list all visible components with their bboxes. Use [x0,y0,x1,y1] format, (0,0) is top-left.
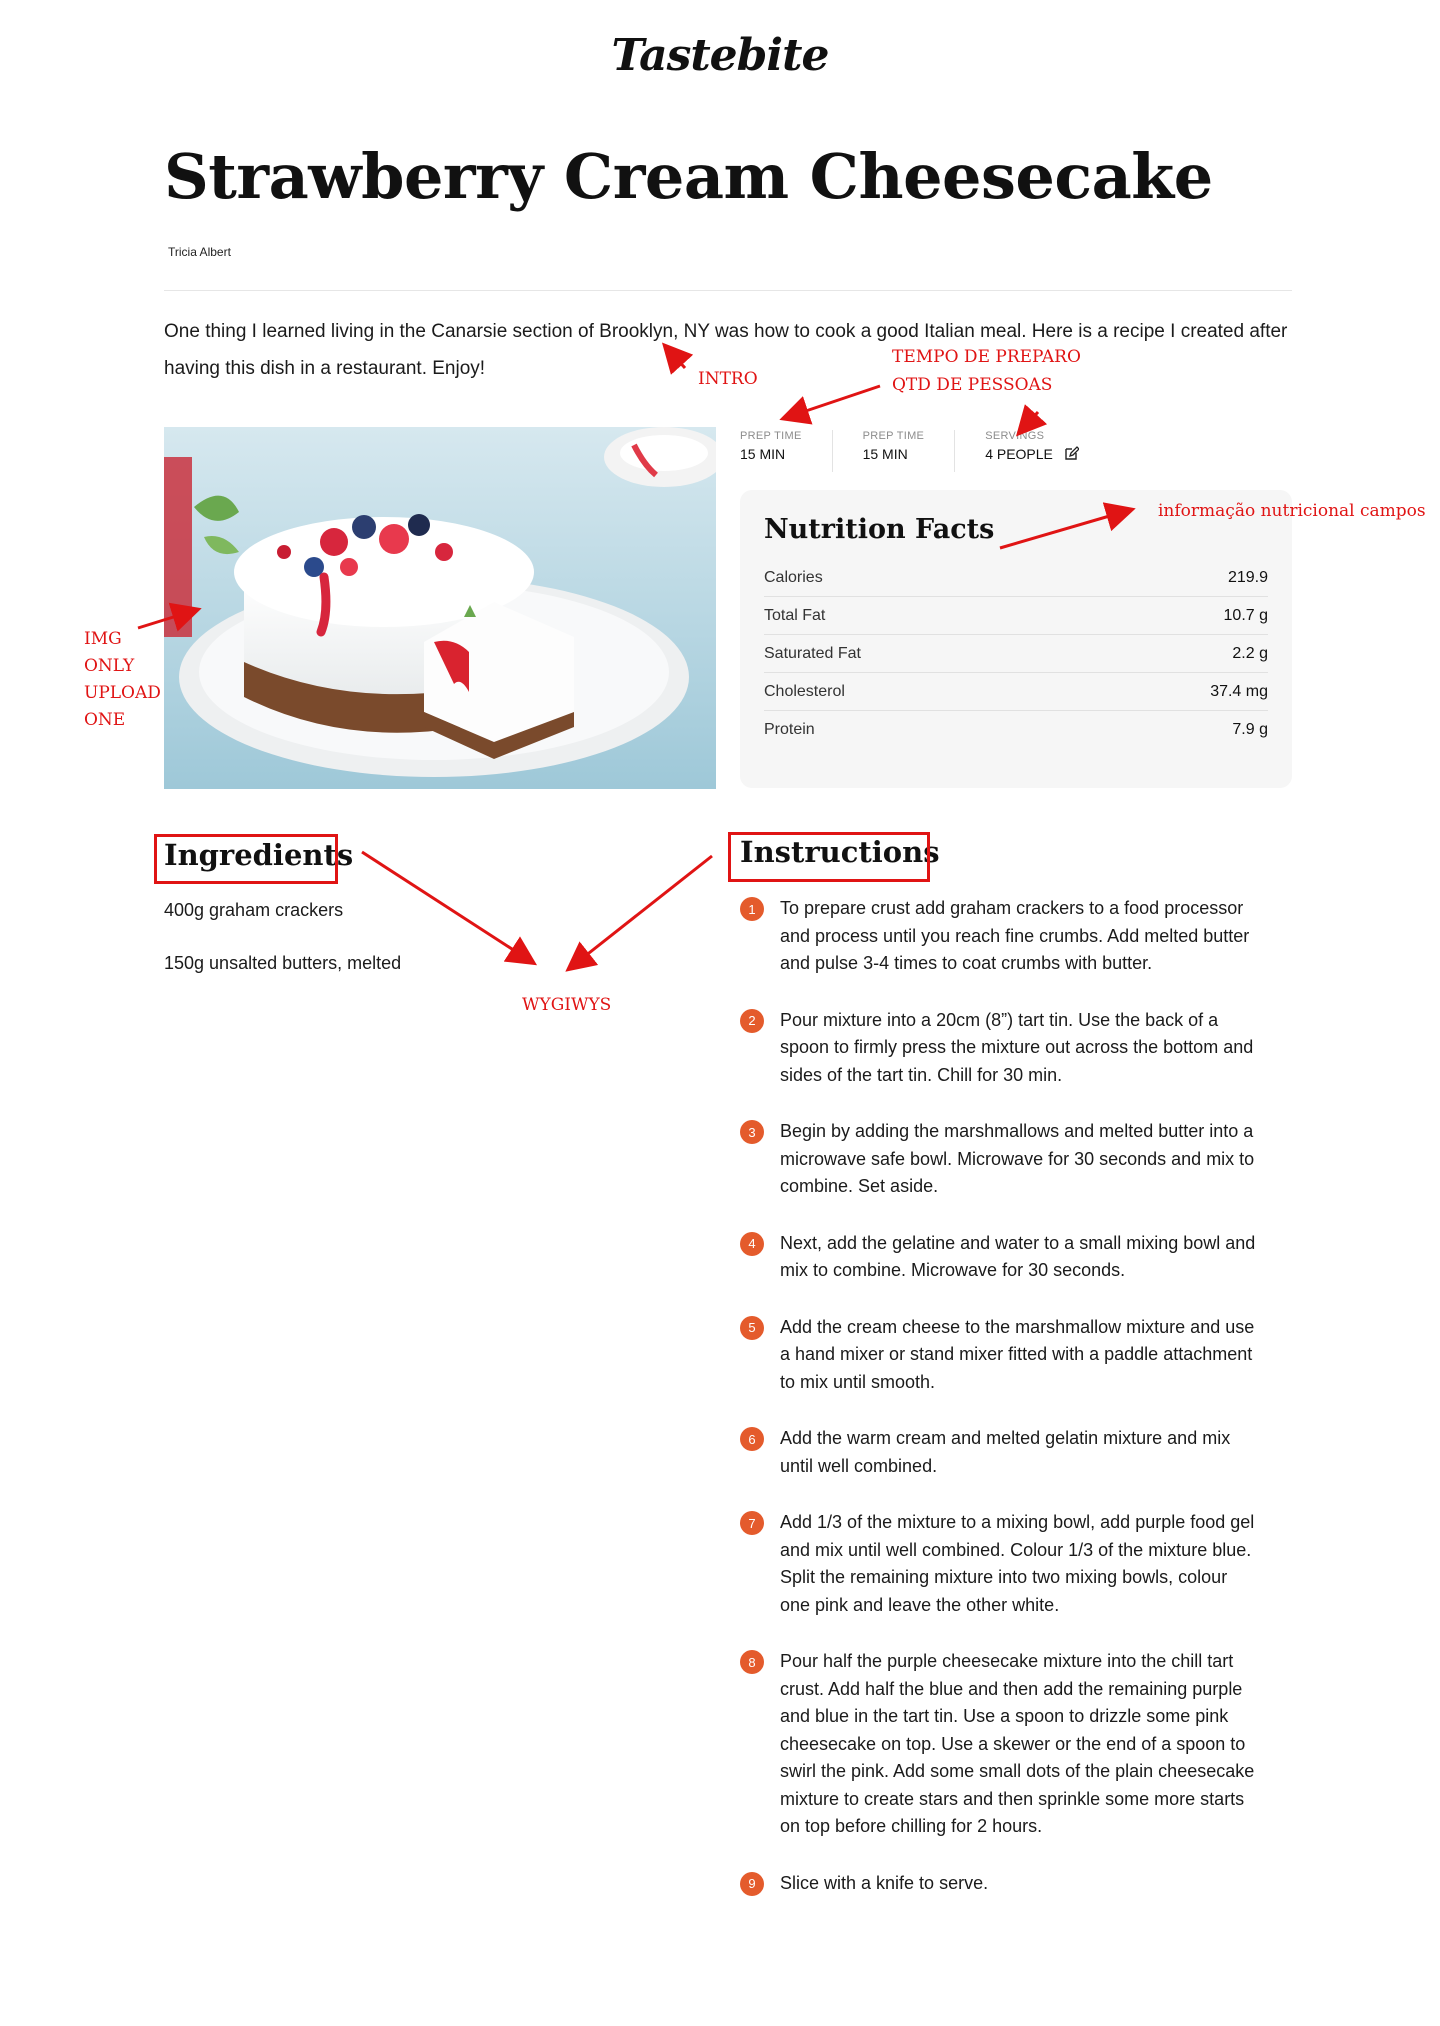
annotation-intro: INTRO [698,369,758,389]
stat-value-text: 4 PEOPLE [985,446,1053,462]
nutrition-name: Protein [764,720,815,738]
annotation-img-line: UPLOAD [84,683,161,703]
nutrition-row: Saturated Fat 2.2 g [764,635,1268,673]
instruction-step: 9 Slice with a knife to serve. [740,1870,1280,1898]
nutrition-row: Cholesterol 37.4 mg [764,673,1268,711]
annotation-prep-line1: TEMPO DE PREPARO [892,347,1081,367]
instruction-step: 3 Begin by adding the marshmallows and me… [740,1118,1280,1201]
step-number: 1 [740,897,764,921]
instruction-step: 5 Add the cream cheese to the marshmallow… [740,1314,1280,1397]
step-text: Next, add the gelatine and water to a sm… [780,1232,1256,1281]
recipe-title: Strawberry Cream Cheesecake [164,140,1213,213]
annotation-img-line: ONLY [84,656,135,676]
instruction-step: 2 Pour mixture into a 20cm (8”) tart tin.… [740,1007,1280,1090]
nutrition-name: Saturated Fat [764,644,861,662]
step-text: Add 1/3 of the mixture to a mixing bowl,… [780,1512,1255,1615]
step-number: 8 [740,1650,764,1674]
step-text: Pour half the purple cheesecake mixture … [780,1651,1255,1836]
step-number: 7 [740,1511,764,1535]
instruction-step: 8 Pour half the purple cheesecake mixture… [740,1648,1280,1841]
step-number: 4 [740,1231,764,1256]
step-text: To prepare crust add graham crackers to … [780,898,1250,973]
stat-label: SERVINGS [985,430,1045,442]
stat-value: 4 PEOPLE [985,446,1079,462]
ingredients-list: 400g graham crackers 150g unsalted butte… [164,900,401,1006]
ingredient-item: 150g unsalted butters, melted [164,953,402,973]
recipe-author[interactable]: Tricia Albert [168,245,231,259]
stat-label: PREP TIME [862,430,925,442]
cheesecake-illustration [164,427,716,789]
stat-prep-time-2: PREP TIME 15 MIN [863,430,956,472]
recipe-image [164,427,716,789]
recipe-stats: PREP TIME 15 MIN PREP TIME 15 MIN SERVIN… [740,430,1079,472]
step-number: 3 [740,1120,764,1144]
nutrition-facts-card: Nutrition Facts Calories 219.9 Total Fat 1… [740,490,1292,788]
arrow-prep-time [779,384,881,425]
stat-value-text: 15 MIN [740,446,786,462]
instruction-step: 4 Next, add the gelatine and water to a s… [740,1230,1280,1285]
nutrition-value: 219.9 [1227,568,1268,586]
stat-prep-time: PREP TIME 15 MIN [740,430,833,472]
nutrition-row: Total Fat 10.7 g [764,597,1268,635]
annotation-box-instructions [728,832,930,882]
instruction-step: 1 To prepare crust add graham crackers to… [740,895,1280,978]
annotation-box-ingredients [154,834,338,884]
instruction-step: 7 Add 1/3 of the mixture to a mixing bowl… [740,1509,1280,1619]
nutrition-value: 7.9 g [1232,720,1268,738]
step-text: Add the warm cream and melted gelatin mi… [780,1428,1231,1476]
header-divider [164,290,1292,291]
step-number: 9 [740,1871,764,1896]
nutrition-name: Calories [764,568,823,586]
step-number: 5 [740,1315,764,1340]
nutrition-value: 10.7 g [1223,606,1268,624]
step-text: Add the cream cheese to the marshmallow … [780,1316,1255,1392]
stat-servings: SERVINGS 4 PEOPLE [985,430,1079,472]
step-number: 2 [740,1008,764,1033]
nutrition-name: Total Fat [764,606,826,624]
annotation-editor: WYGIWYS [522,995,612,1015]
step-number: 6 [740,1427,764,1451]
arrow-instructions [565,854,713,972]
stat-label: PREP TIME [740,430,802,442]
instruction-step: 6 Add the warm cream and melted gelatin m… [740,1425,1280,1480]
annotation-nutrition: informação nutricional campos [1158,501,1426,521]
annotation-prep-line2: QTD DE PESSOAS [892,375,1053,395]
step-text: Begin by adding the marshmallows and mel… [780,1121,1255,1196]
ingredient-item: 400g graham crackers [164,900,344,920]
instructions-list: 1 To prepare crust add graham crackers to… [740,895,1280,1926]
edit-icon[interactable] [1063,446,1079,462]
nutrition-value: 2.2 g [1232,644,1268,662]
nutrition-value: 37.4 mg [1210,682,1268,700]
site-logo[interactable]: Tastebite [0,30,1440,81]
annotation-img-line: IMG [84,629,122,649]
step-text: Slice with a knife to serve. [780,1872,989,1893]
arrow-servings [1015,404,1048,437]
annotation-img: IMG ONLY UPLOAD ONE [84,626,161,734]
nutrition-row: Protein 7.9 g [764,711,1268,748]
stat-value: 15 MIN [863,446,925,462]
stat-value: 15 MIN [740,446,802,462]
step-text: Pour mixture into a 20cm (8”) tart tin. … [780,1009,1254,1085]
nutrition-name: Cholesterol [764,682,845,700]
nutrition-row: Calories 219.9 [764,559,1268,597]
annotation-img-line: ONE [84,710,126,730]
stat-value-text: 15 MIN [862,446,908,462]
